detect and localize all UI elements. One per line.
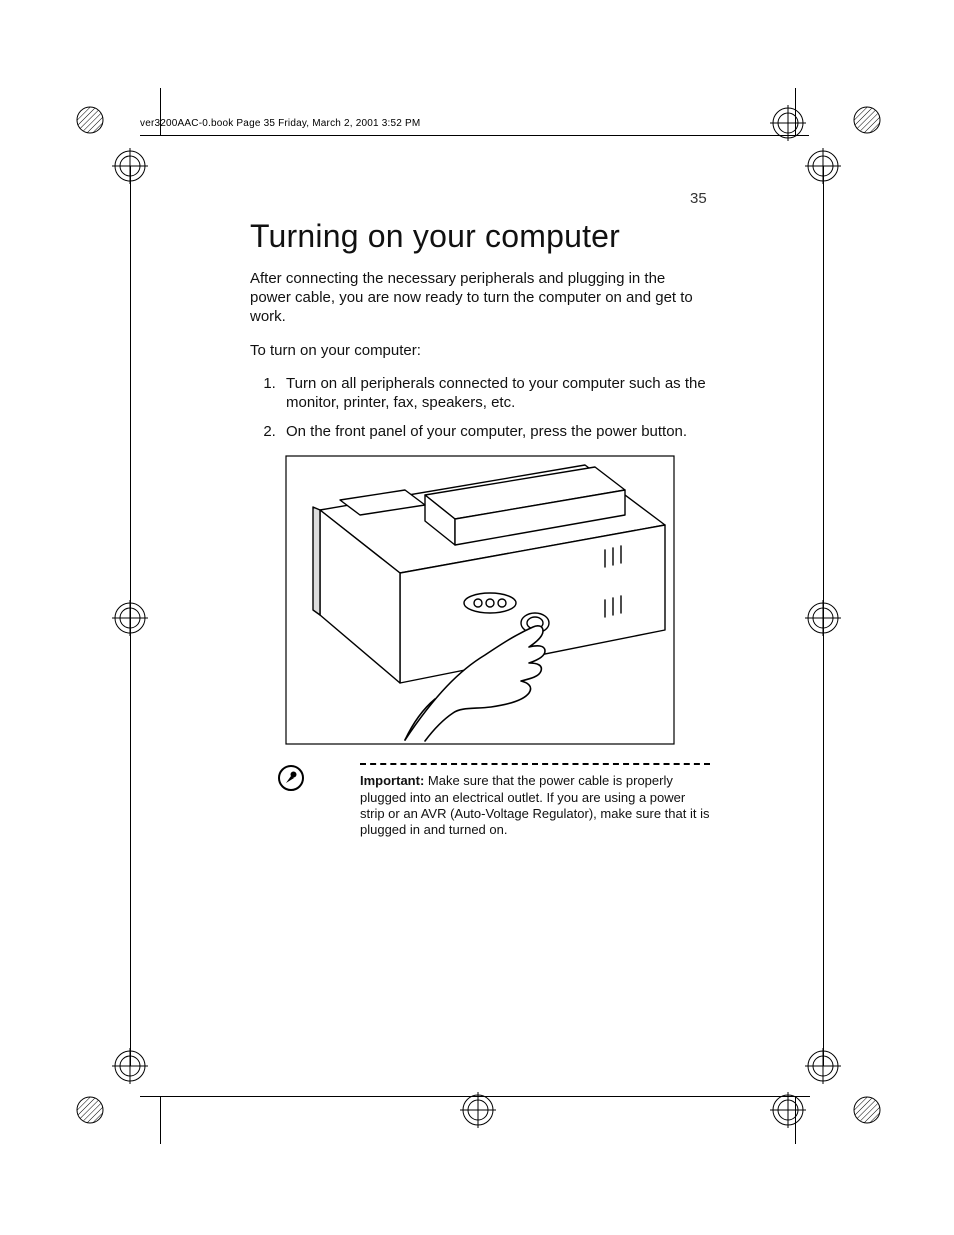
step-2: On the front panel of your computer, pre… [280,422,710,441]
steps-list: Turn on all peripherals connected to you… [250,374,710,442]
reg-mark-hatched-br [852,1095,882,1125]
reg-mark-cross-ml [112,600,148,636]
reg-mark-hatched-tl [75,105,105,135]
header-rule [140,135,809,136]
reg-mark-cross-br1 [770,1092,806,1128]
note-body: Important: Make sure that the power cabl… [360,773,710,838]
reg-mark-hatched-bl [75,1095,105,1125]
reg-mark-cross-tr2 [805,148,841,184]
lead-paragraph: To turn on your computer: [250,341,710,360]
illustration [285,455,675,745]
reg-mark-cross-br2 [805,1048,841,1084]
reg-mark-cross-mr [805,600,841,636]
reg-mark-cross-bl [112,1048,148,1084]
page-body: Turning on your computer After connectin… [250,190,710,838]
reg-mark-cross-bc [460,1092,496,1128]
reg-mark-cross-tl [112,148,148,184]
intro-paragraph: After connecting the necessary periphera… [250,269,710,327]
step-1: Turn on all peripherals connected to you… [280,374,710,412]
important-note: Important: Make sure that the power cabl… [250,763,710,838]
pushpin-icon [278,765,304,791]
header-caption: ver3200AAC-0.book Page 35 Friday, March … [140,118,420,129]
note-label: Important: [360,773,424,788]
note-divider [360,763,710,765]
page-title: Turning on your computer [250,218,710,255]
reg-mark-hatched-tr [852,105,882,135]
